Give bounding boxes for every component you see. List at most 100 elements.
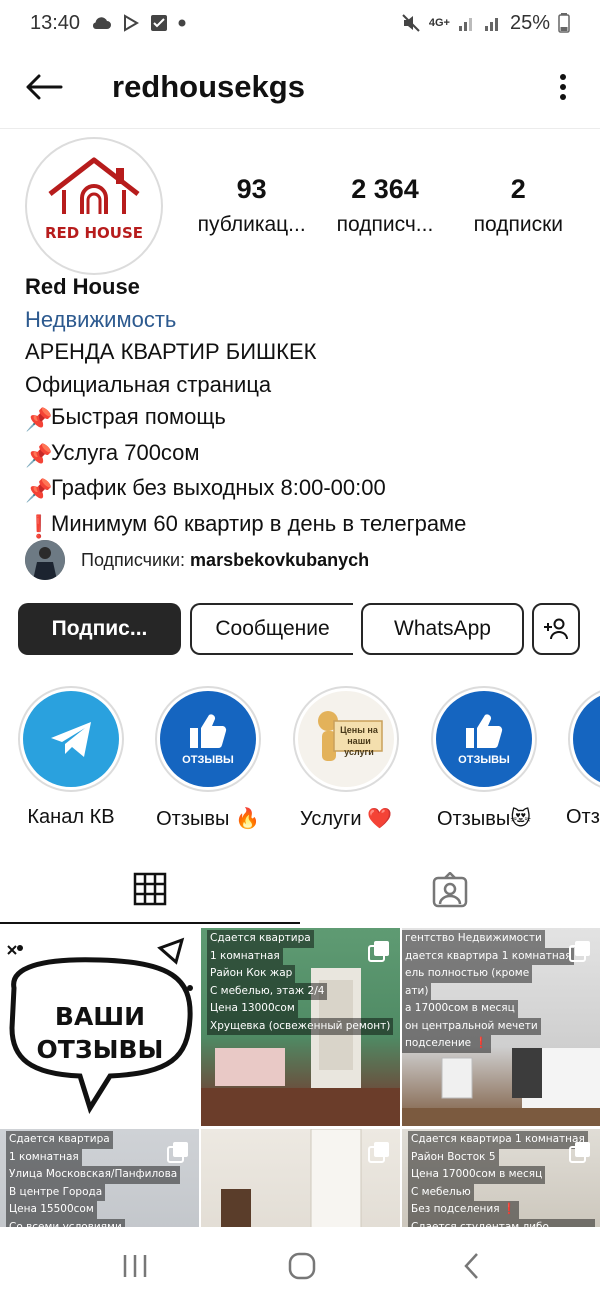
- whatsapp-button[interactable]: WhatsApp: [361, 603, 524, 655]
- caption-line: Цена 17000сом в месяц: [408, 1166, 546, 1184]
- post-thumbnail[interactable]: гентство Недвижимости дается квартира 1 …: [402, 928, 600, 1126]
- caption-line: Со всеми условиями: [6, 1218, 125, 1227]
- stat-posts[interactable]: 93 публикац...: [185, 170, 318, 242]
- home-icon: [288, 1252, 316, 1280]
- back-arrow-icon: [26, 74, 63, 100]
- telegram-icon: [23, 691, 119, 787]
- highlight-ring: Цены на наши услуги: [293, 686, 399, 792]
- profile-category[interactable]: Недвижимость: [25, 304, 585, 336]
- more-vertical-icon: [560, 74, 566, 100]
- caption-line: дается квартира 1 комнатная: [402, 947, 575, 965]
- play-store-icon: [122, 14, 140, 32]
- highlight-badge: ОТЗЫВЫ: [458, 754, 510, 766]
- caption-line: Район Восток 5: [408, 1148, 499, 1166]
- tab-posts-grid[interactable]: [0, 856, 300, 924]
- suggest-people-button[interactable]: [532, 603, 580, 655]
- highlight-ring: [568, 686, 600, 792]
- stat-label: подписч...: [336, 213, 434, 236]
- highlight-ring: [18, 686, 124, 792]
- highlight-label: Отзывы 🔥: [156, 808, 260, 830]
- profile-tabs: [0, 856, 600, 926]
- profile-header: redhousekgs: [0, 50, 600, 124]
- more-options-button[interactable]: [548, 65, 578, 109]
- services-figure-icon: Цены на наши услуги: [298, 691, 394, 787]
- bio-line: 📌График без выходных 8:00-00:00: [25, 472, 585, 508]
- highlight-label: Отзывы😻: [436, 808, 532, 830]
- thumbs-up-icon: ОТЗЫВЫ: [436, 691, 532, 787]
- caption-line: ати): [402, 982, 432, 1000]
- stat-following[interactable]: 2 подписки: [452, 170, 585, 242]
- caption-line: Цена 13000сом: [207, 1000, 298, 1018]
- highlight-ring: ОТЗЫВЫ: [431, 686, 537, 792]
- caption-line: подселение ❗: [402, 1035, 491, 1053]
- caption-line: 1 комнатная: [6, 1148, 82, 1166]
- caption-line: Цена 15500сом: [6, 1201, 97, 1219]
- status-bar: 13:40 4G+ 25%: [0, 0, 600, 46]
- caption-line: С мебелью: [408, 1183, 474, 1201]
- bio-line: 📌Услуга 700сом: [25, 437, 585, 473]
- red-house-logo: RED HOUSE: [45, 157, 143, 242]
- thumbs-up-icon: [573, 691, 600, 787]
- back-button[interactable]: [22, 65, 66, 109]
- follow-button[interactable]: Подпис...: [18, 603, 181, 655]
- post-thumbnail[interactable]: Сдается квартира 1 комнатная Район Кок ж…: [201, 928, 400, 1126]
- mutual-followers[interactable]: Подписчики: marsbekovkubanych: [25, 540, 369, 580]
- caption-line: Сдается квартира: [207, 930, 314, 948]
- highlight-badge: ОТЗЫВЫ: [182, 754, 234, 766]
- highlight-label: Услуги ❤️: [300, 808, 392, 830]
- pushpin-icon: 📌: [25, 407, 53, 432]
- recent-apps-button[interactable]: [115, 1246, 155, 1286]
- network-type: 4G+: [428, 17, 450, 29]
- highlight-item[interactable]: Цены на наши услуги Услуги ❤️: [291, 686, 401, 831]
- follower-avatar: [25, 540, 65, 580]
- post-thumbnail[interactable]: Сдается квартира 1 комнатная Район Восто…: [402, 1129, 600, 1227]
- pushpin-icon: 📌: [25, 442, 53, 468]
- stat-value: 2 364: [351, 174, 419, 204]
- action-buttons: Подпис... Сообщение WhatsApp: [18, 603, 600, 657]
- multiple-photos-icon: [569, 1142, 590, 1163]
- story-highlights: Канал КВ ОТЗЫВЫ Отзывы 🔥 Цены на наши ус…: [0, 686, 600, 836]
- profile-bio: Red House Недвижимость АРЕНДА КВАРТИР БИ…: [25, 270, 585, 543]
- caption-line: Без подселения ❗: [408, 1201, 519, 1219]
- post-thumbnail[interactable]: ВАШИ ОТЗЫВЫ: [0, 928, 199, 1126]
- tab-tagged[interactable]: [300, 856, 600, 924]
- highlight-item[interactable]: ОТЗЫВЫ Отзывы😻: [429, 686, 539, 831]
- system-back-button[interactable]: [452, 1246, 492, 1286]
- bio-line: 📌Быстрая помощь: [25, 401, 585, 437]
- highlight-item[interactable]: ОТЗЫВЫ Отзывы 🔥: [153, 686, 263, 831]
- stat-followers[interactable]: 2 364 подписч...: [318, 170, 451, 242]
- post-headline: ВАШИ ОТЗЫВЫ: [36, 1002, 164, 1064]
- bio-line-text: Минимум 60 квартир в день в телеграме: [51, 510, 467, 536]
- followers-prefix: Подписчики:: [81, 549, 186, 570]
- chevron-left-icon: [464, 1253, 478, 1279]
- pushpin-icon: 📌: [25, 478, 53, 503]
- bio-line: ❗Минимум 60 квартир в день в телеграме: [25, 508, 585, 544]
- post-thumbnail[interactable]: Сдается квартира 1 комнатная Улица Моско…: [0, 1129, 199, 1227]
- multiple-photos-icon: [368, 1142, 389, 1163]
- highlight-item[interactable]: Отз: [566, 686, 600, 829]
- multiple-photos-icon: [569, 941, 590, 962]
- bio-line: Официальная страница: [25, 371, 272, 397]
- highlight-item[interactable]: Канал КВ: [16, 686, 126, 829]
- home-button[interactable]: [282, 1246, 322, 1286]
- post-caption: гентство Недвижимости дается квартира 1 …: [402, 928, 580, 1055]
- message-button[interactable]: Сообщение: [190, 603, 353, 655]
- caption-line: С мебелью, этаж 2/4: [207, 982, 328, 1000]
- profile-name: Red House: [25, 274, 140, 299]
- followers-text: Подписчики: marsbekovkubanych: [81, 550, 369, 571]
- caption-line: 1 комнатная: [207, 947, 283, 965]
- caption-line: Район Кок жар: [207, 965, 296, 983]
- post-thumbnail[interactable]: [201, 1129, 400, 1227]
- stat-value: 2: [510, 174, 526, 204]
- caption-line: а 17000сом в месяц: [402, 1000, 518, 1018]
- multiple-photos-icon: [368, 941, 389, 962]
- stat-label: подписки: [473, 213, 563, 236]
- cloud-icon: [90, 15, 112, 31]
- post-caption: Сдается квартира 1 комнатная Улица Моско…: [0, 1129, 186, 1227]
- caption-line: Сдается студентам либо семьям: [408, 1218, 595, 1227]
- signal-icon: [484, 14, 502, 32]
- profile-avatar[interactable]: RED HOUSE: [25, 137, 163, 275]
- tagged-person-icon: [432, 872, 468, 908]
- highlight-ring: ОТЗЫВЫ: [155, 686, 261, 792]
- caption-line: ель полностью (кроме: [402, 965, 533, 983]
